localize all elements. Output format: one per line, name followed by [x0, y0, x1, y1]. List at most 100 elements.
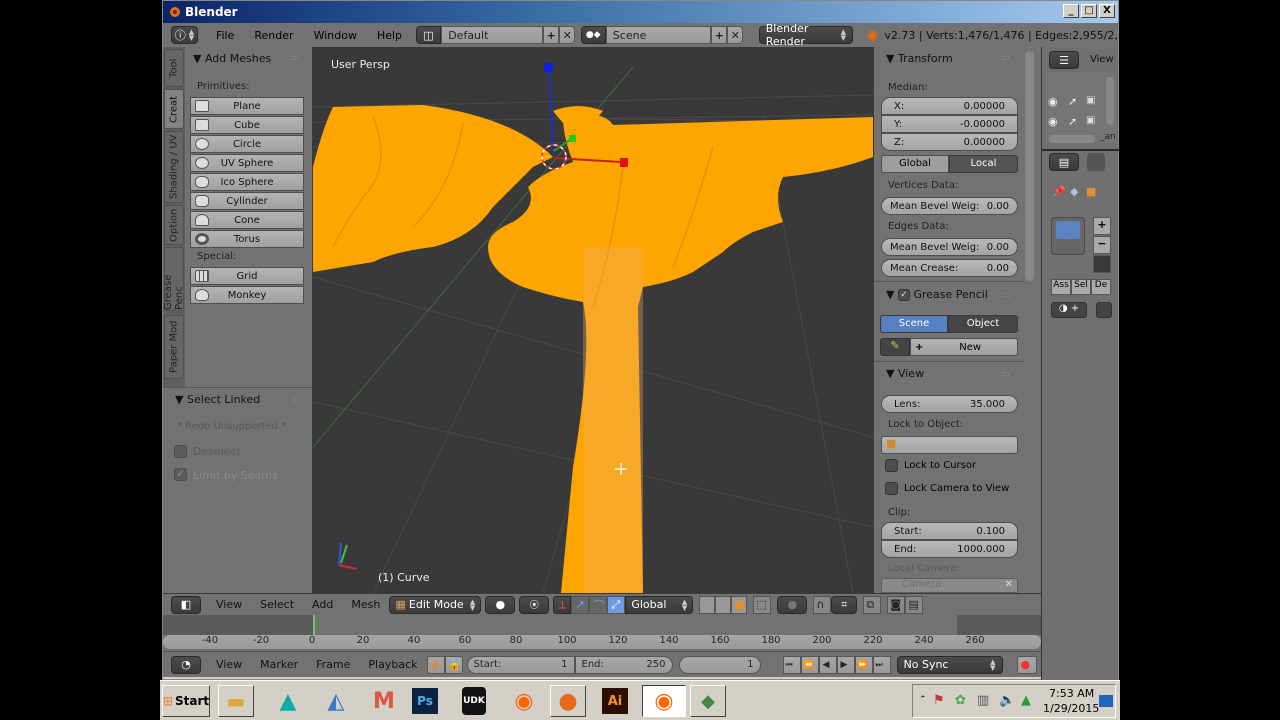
local-camera-field[interactable]: Camera ✕ [881, 578, 1018, 593]
menu-render[interactable]: Render [244, 29, 303, 42]
tab-grease-pencil[interactable]: Grease Penc [163, 247, 185, 311]
preview-range-toggle[interactable]: ◕ [426, 655, 445, 674]
timeline-ruler[interactable]: -40 -20 0 20 40 60 80 100 120 140 160 180 200 220 240 2… [163, 635, 1041, 649]
add-circle-button[interactable]: Circle [190, 135, 304, 153]
action-center-icon[interactable]: ⚑ [933, 693, 945, 708]
menu-mesh[interactable]: Mesh [342, 598, 389, 611]
menu-playback[interactable]: Playback [359, 658, 426, 671]
grease-pencil-object-toggle[interactable]: Object [948, 315, 1018, 333]
material-slot-list[interactable] [1051, 217, 1085, 255]
current-frame-field[interactable]: 1 [678, 655, 761, 674]
play-button[interactable]: ▶ [836, 655, 855, 674]
mudbox-taskbar-icon[interactable]: M [366, 685, 402, 717]
outliner-view-menu[interactable]: View [1090, 54, 1114, 65]
select-linked-panel-header[interactable]: ▼ Select Linked [175, 393, 260, 406]
local-toggle[interactable]: Local [949, 155, 1018, 173]
scene-field[interactable]: Scene [605, 26, 711, 44]
drag-handle-icon[interactable]: ::: [1002, 53, 1010, 62]
add-slot-button[interactable]: + [1093, 217, 1111, 235]
grease-pencil-panel-header[interactable]: ▼ ✓ Grease Pencil [886, 288, 988, 301]
tab-paper-model[interactable]: Paper Mod [164, 315, 184, 379]
properties-type-button[interactable]: ▤ [1049, 153, 1079, 171]
3d-viewport[interactable]: User Persp (1) Curve [313, 47, 873, 593]
menu-file[interactable]: File [206, 29, 244, 42]
drag-handle-icon[interactable]: ::: [1002, 369, 1010, 378]
close-button[interactable]: X [1099, 4, 1115, 18]
npanel-scrollbar[interactable] [1025, 51, 1034, 281]
menu-add[interactable]: Add [303, 598, 342, 611]
maximize-button[interactable]: □ [1081, 4, 1097, 18]
render-camera-icon[interactable]: ▣ [1086, 115, 1095, 126]
lens-field[interactable]: Lens: 35.000 [881, 395, 1018, 413]
minimize-button[interactable]: _ [1063, 4, 1079, 18]
select-button[interactable]: Sel [1071, 279, 1091, 295]
new-grease-pencil-button[interactable]: + New [910, 338, 1018, 356]
add-scene-button[interactable]: + [710, 26, 727, 44]
visibility-eye-icon[interactable]: ◉ [1048, 95, 1058, 108]
select-arrow-icon[interactable]: ➚ [1068, 115, 1077, 128]
render-camera-icon[interactable]: ▣ [1086, 95, 1095, 106]
vertex-select-mode[interactable] [699, 595, 716, 614]
add-cylinder-button[interactable]: Cylinder [190, 192, 304, 210]
other-app-taskbar-icon[interactable]: ◆ [690, 685, 726, 717]
drag-handle-icon[interactable]: ::: [1002, 290, 1010, 299]
gizmo-y-handle[interactable] [569, 135, 576, 142]
slot-menu-button[interactable] [1093, 255, 1111, 273]
object-icon[interactable]: ■ [1086, 185, 1096, 198]
snap-element-dropdown[interactable]: ⌗ [831, 595, 858, 614]
add-uv-sphere-button[interactable]: UV Sphere [190, 154, 304, 172]
menu-window[interactable]: Window [304, 29, 367, 42]
remove-slot-button[interactable]: − [1093, 236, 1111, 254]
proportional-editing-dropdown[interactable]: ● [777, 595, 808, 614]
manipulator-toggle[interactable]: ⟂ [553, 595, 572, 614]
mode-dropdown[interactable]: ▦ Edit Mode ▲ ▼ [389, 595, 482, 614]
assign-button[interactable]: Ass [1051, 279, 1071, 295]
add-torus-button[interactable]: Torus [190, 230, 304, 248]
outliner-v-scrollbar[interactable] [1106, 77, 1114, 125]
add-ico-sphere-button[interactable]: Ico Sphere [190, 173, 304, 191]
start-button[interactable]: ⊞ Start [162, 685, 210, 717]
menu-select[interactable]: Select [251, 598, 303, 611]
illustrator-taskbar-icon[interactable]: Ai [602, 688, 628, 714]
clock-time[interactable]: 7:53 AM [1049, 687, 1094, 700]
screen-layout-field[interactable]: Default [441, 26, 543, 44]
pencil-icon[interactable]: ✎ [880, 338, 910, 356]
add-monkey-button[interactable]: Monkey [190, 286, 304, 304]
tab-shading-uv[interactable]: Shading / UV [164, 131, 184, 203]
tab-tool[interactable]: Tool [164, 49, 184, 87]
vertex-bevel-weight-field[interactable]: Mean Bevel Weig: 0.00 [881, 197, 1018, 215]
pivot-point-dropdown[interactable]: ⦿ [519, 595, 550, 614]
explorer-taskbar-icon[interactable]: ▬ [218, 685, 254, 717]
lock-to-cursor-checkbox[interactable] [885, 459, 898, 472]
editor-type-info-button[interactable]: ⓘ ▲ ▼ [171, 26, 198, 44]
editor-type-3dview-button[interactable]: ◧ [171, 595, 201, 614]
network-icon[interactable]: ▥ [977, 693, 989, 708]
menu-marker[interactable]: Marker [251, 658, 307, 671]
jump-prev-keyframe-button[interactable]: ⏪ [800, 655, 819, 674]
add-screen-button[interactable]: + [542, 26, 559, 44]
add-cube-button[interactable]: Cube [190, 116, 304, 134]
udk-taskbar-icon[interactable]: UDK [462, 687, 486, 715]
edge-bevel-weight-field[interactable]: Mean Bevel Weig: 0.00 [881, 238, 1018, 256]
remove-scene-button[interactable]: ✕ [726, 26, 743, 44]
auto-keying-button[interactable]: ● [1016, 655, 1037, 674]
visibility-eye-icon[interactable]: ◉ [1048, 115, 1058, 128]
outliner-h-scrollbar[interactable] [1049, 135, 1095, 143]
clock-date[interactable]: 1/29/2015 [1043, 702, 1099, 715]
rotate-manipulator[interactable]: ⌒ [589, 595, 608, 614]
firefox-taskbar-icon[interactable]: ● [550, 685, 586, 717]
snap-toggle[interactable]: ∩ [813, 595, 832, 614]
add-grid-button[interactable]: Grid [190, 267, 304, 285]
show-hidden-icons-button[interactable]: ⌃ [919, 695, 927, 705]
tab-options[interactable]: Option [164, 205, 184, 245]
copy-layers-button[interactable]: ⧉ [863, 595, 882, 614]
render-tab-icon[interactable] [1087, 153, 1105, 171]
timeline[interactable]: -40 -20 0 20 40 60 80 100 120 140 160 180 200 220 240 2… [163, 615, 1041, 651]
median-z-field[interactable]: Z: 0.00000 [881, 133, 1018, 151]
sync-icon[interactable]: ✿ [955, 693, 966, 708]
jump-end-button[interactable]: ⏭ [872, 655, 891, 674]
editor-type-timeline-button[interactable]: ◔ [171, 655, 201, 674]
lock-to-object-field[interactable]: ■ [881, 436, 1018, 454]
show-desktop-button[interactable] [1099, 695, 1113, 707]
select-arrow-icon[interactable]: ➚ [1068, 95, 1077, 108]
